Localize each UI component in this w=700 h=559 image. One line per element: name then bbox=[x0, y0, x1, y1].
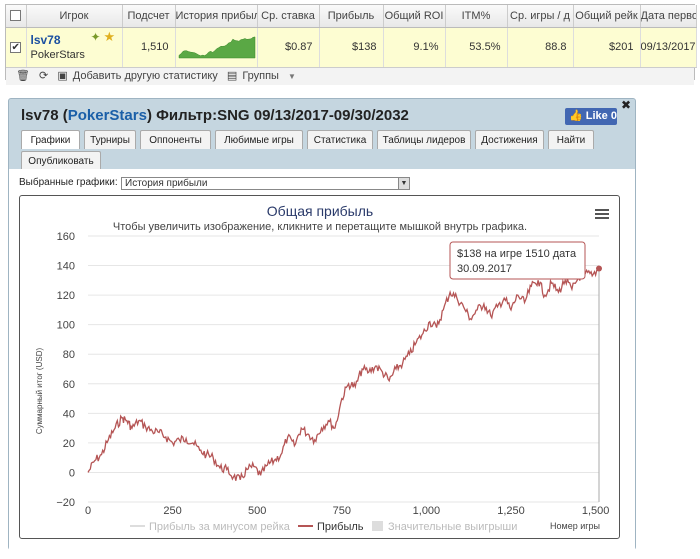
y-axis-label: Суммарный итог (USD) bbox=[35, 348, 44, 435]
y-tick-label: 0 bbox=[69, 467, 75, 479]
tab-statistics[interactable]: Статистика bbox=[307, 130, 373, 149]
player-site: PokerStars bbox=[30, 49, 85, 61]
groups-label: Группы bbox=[242, 69, 279, 82]
tooltip-line1: $138 на игре 1510 дата bbox=[457, 248, 577, 260]
tab-leaderboards[interactable]: Таблицы лидеров bbox=[377, 130, 471, 149]
chart-subtitle: Чтобы увеличить изображение, кликните и … bbox=[113, 221, 527, 233]
tab-publish[interactable]: Опубликовать bbox=[21, 151, 101, 170]
y-tick-label: 80 bbox=[63, 349, 75, 361]
chart-title: Общая прибыль bbox=[267, 203, 373, 219]
col-header-player[interactable]: Игрок bbox=[26, 5, 123, 28]
games-per-day-cell: 88.8 bbox=[507, 27, 574, 68]
chart-legend: Прибыль за минусом рейка Прибыль Значите… bbox=[130, 521, 517, 533]
like-label: Like bbox=[585, 110, 608, 122]
chart-select[interactable]: История прибыли ▼ bbox=[121, 177, 410, 190]
achievement-icon: ✦ bbox=[90, 29, 101, 44]
itm-cell: 53.5% bbox=[445, 27, 508, 68]
profit-chart-svg[interactable]: Общая прибыль Чтобы увеличить изображени… bbox=[20, 196, 621, 540]
x-axis-label: Номер игры bbox=[550, 521, 600, 531]
title-player: lsv78 bbox=[21, 107, 59, 124]
stats-table: Игрок Подсчет История прибыли Ср. ставка… bbox=[6, 5, 697, 68]
roi-cell: 9.1% bbox=[383, 27, 446, 68]
legend-item-big-wins[interactable]: Значительные выигрыши bbox=[388, 521, 517, 533]
thumbs-up-icon: 👍 bbox=[569, 110, 583, 122]
tab-tournaments[interactable]: Турниры bbox=[84, 130, 136, 149]
col-header-avg-stake[interactable]: Ср. ставка bbox=[257, 5, 320, 28]
trash-icon[interactable]: 🗑 bbox=[16, 70, 30, 82]
col-header-profit-history[interactable]: История прибыли bbox=[175, 5, 258, 28]
y-tick-label: 100 bbox=[57, 320, 75, 332]
col-header-profit[interactable]: Прибыль bbox=[319, 5, 384, 28]
chart-select-value: История прибыли bbox=[125, 178, 208, 189]
title-site-link[interactable]: PokerStars bbox=[68, 107, 147, 124]
legend-item-net-profit[interactable]: Прибыль за минусом рейка bbox=[149, 521, 291, 533]
tab-favorite-games[interactable]: Любимые игры bbox=[215, 130, 303, 149]
legend-item-profit[interactable]: Прибыль bbox=[317, 521, 364, 533]
select-all-checkbox-cell[interactable] bbox=[6, 5, 27, 28]
refresh-icon[interactable]: ⟳ bbox=[39, 70, 48, 82]
table-row: ✔ lsv78 PokerStars ✦ ★ 1,510 $0.87 $138 … bbox=[6, 27, 697, 68]
menu-icon[interactable] bbox=[595, 209, 609, 219]
header-row: Игрок Подсчет История прибыли Ср. ставка… bbox=[6, 5, 697, 28]
like-count: 0 bbox=[610, 110, 617, 122]
charts-content: Выбранные графики: История прибыли ▼ Обща… bbox=[9, 169, 635, 550]
stats-table-panel: Игрок Подсчет История прибыли Ср. ставка… bbox=[5, 4, 697, 85]
stats-footer: 🗑 ⟳ ▣ Добавить другую статистику ▤ Групп… bbox=[6, 67, 694, 85]
groups-dropdown[interactable]: Группы ▼ bbox=[242, 70, 302, 82]
y-tick-label: 140 bbox=[57, 261, 75, 273]
tab-achievements[interactable]: Достижения bbox=[475, 130, 544, 149]
x-tick-label: 1,500 bbox=[582, 505, 610, 517]
x-tick-label: 250 bbox=[163, 505, 181, 517]
profit-chart[interactable]: Общая прибыль Чтобы увеличить изображени… bbox=[19, 195, 620, 539]
chevron-down-icon: ▼ bbox=[288, 71, 296, 81]
facebook-like-button[interactable]: 👍 Like 0 bbox=[565, 108, 617, 125]
row-checkbox-cell[interactable]: ✔ bbox=[6, 27, 27, 68]
close-icon[interactable]: ✖ bbox=[620, 99, 632, 111]
rake-cell: $201 bbox=[573, 27, 641, 68]
groups-icon: ▤ bbox=[226, 69, 238, 82]
x-tick-label: 0 bbox=[85, 505, 91, 517]
row-checkbox[interactable]: ✔ bbox=[10, 41, 22, 53]
profit-cell: $138 bbox=[319, 27, 384, 68]
selected-charts-label: Выбранные графики: bbox=[19, 177, 118, 188]
title-filter: Фильтр:SNG 09/13/2017-09/30/2032 bbox=[156, 107, 409, 124]
profit-series-line bbox=[87, 268, 600, 481]
col-header-first-date[interactable]: Дата первой bbox=[640, 5, 697, 28]
col-header-roi[interactable]: Общий ROI bbox=[383, 5, 446, 28]
col-header-itm[interactable]: ITM% bbox=[445, 5, 508, 28]
col-header-count[interactable]: Подсчет bbox=[122, 5, 176, 28]
player-profile-panel: lsv78 (PokerStars) Фильтр:SNG 09/13/2017… bbox=[8, 98, 636, 550]
select-all-checkbox[interactable] bbox=[10, 10, 22, 22]
sparkline-area bbox=[178, 36, 255, 58]
col-header-games-per-day[interactable]: Ср. игры / д bbox=[507, 5, 574, 28]
tooltip-line2: 30.09.2017 bbox=[457, 263, 512, 275]
avg-stake-cell: $0.87 bbox=[257, 27, 320, 68]
col-header-rake[interactable]: Общий рейк bbox=[573, 5, 641, 28]
player-cell: lsv78 PokerStars ✦ ★ bbox=[26, 27, 123, 68]
tab-find[interactable]: Найти bbox=[548, 130, 594, 149]
add-stat-icon: ▣ bbox=[57, 69, 68, 82]
y-tick-label: 120 bbox=[57, 290, 75, 302]
star-icon: ★ bbox=[103, 28, 116, 44]
x-tick-label: 750 bbox=[333, 505, 351, 517]
y-tick-label: −20 bbox=[56, 497, 75, 509]
y-tick-label: 160 bbox=[57, 231, 75, 243]
tab-opponents[interactable]: Оппоненты bbox=[140, 130, 211, 149]
tab-charts[interactable]: Графики bbox=[21, 130, 80, 149]
chevron-down-icon: ▼ bbox=[398, 178, 409, 189]
y-tick-label: 60 bbox=[63, 379, 75, 391]
x-tick-label: 1,000 bbox=[413, 505, 441, 517]
x-tick-label: 1,250 bbox=[497, 505, 525, 517]
profit-sparkline bbox=[178, 36, 255, 58]
profit-history-sparkline-cell bbox=[175, 27, 258, 68]
first-date-cell: 09/13/2017 bbox=[640, 27, 697, 68]
x-tick-label: 500 bbox=[248, 505, 266, 517]
y-tick-label: 20 bbox=[63, 438, 75, 450]
tooltip: $138 на игре 1510 дата 30.09.2017 bbox=[449, 241, 586, 280]
count-cell: 1,510 bbox=[122, 27, 176, 68]
add-stat-button[interactable]: Добавить другую статистику bbox=[73, 70, 218, 82]
panel-title: lsv78 (PokerStars) Фильтр:SNG 09/13/2017… bbox=[21, 107, 409, 124]
hover-point bbox=[596, 265, 602, 272]
y-tick-label: 40 bbox=[63, 408, 75, 420]
